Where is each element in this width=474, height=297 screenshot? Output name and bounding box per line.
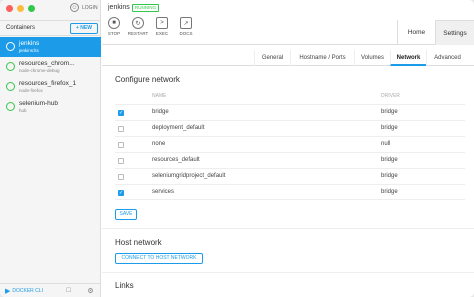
container-header: jenkins RUNNING ■ STOP ↻ RESTART > EXEC … [102,0,474,45]
user-icon: ☺ [70,3,79,12]
feedback-icon[interactable]: □ [64,286,73,295]
tab-settings[interactable]: Settings [435,20,474,45]
app-window: ☺ LOGIN Containers + NEW jenkins jenkins… [0,0,474,297]
status-badge: RUNNING [132,4,159,12]
configure-network-heading: Configure network [115,75,180,84]
network-checkbox[interactable] [118,174,124,180]
network-name: bridge [152,109,169,115]
running-status-icon [6,42,15,51]
network-checkbox[interactable] [118,126,124,132]
network-driver: bridge [381,189,398,195]
column-header-driver: DRIVER [381,93,400,99]
zoom-window-button[interactable] [28,5,35,12]
container-item-selenium-hub[interactable]: selenium-hub hub [0,97,101,117]
network-driver: bridge [381,109,398,115]
container-name: resources_chrom... [19,60,75,67]
restart-label: RESTART [127,31,149,36]
container-name: selenium-hub [19,100,59,107]
login-button[interactable]: ☺ LOGIN [70,3,98,12]
gear-icon[interactable]: ⚙ [86,286,95,295]
container-name: resources_firefox_1 [19,80,77,87]
network-name: none [152,141,166,147]
host-network-heading: Host network [115,238,162,247]
column-header-name: NAME [152,93,167,99]
container-image: hub [19,108,27,113]
container-image: node-firefox [19,88,43,93]
network-name: resources_default [152,157,200,163]
exec-button[interactable]: > EXEC [150,17,174,36]
subtab-advanced[interactable]: Advanced [426,50,468,66]
network-row: ✓ bridge bridge [115,104,465,120]
stop-label: STOP [107,31,121,36]
container-item-resources-firefox[interactable]: resources_firefox_1 node-firefox [0,77,101,97]
network-checkbox[interactable]: ✓ [118,190,124,196]
subtab-general[interactable]: General [254,50,290,66]
settings-subtabs: General Hostname / Ports Volumes Network… [102,50,474,66]
network-name: deployment_default [152,125,205,131]
network-settings-panel: Configure network NAME DRIVER ✓ bridge b… [102,67,474,297]
stop-button[interactable]: ■ STOP [102,17,126,36]
section-divider [102,272,474,273]
running-status-icon [6,102,15,111]
container-image: jenkins:lts [19,48,39,53]
docker-cli-label: DOCKER CLI [12,288,43,294]
container-image: node-chrome-debug [19,68,60,73]
window-controls [6,5,35,12]
network-row: ✓ services bridge [115,184,465,200]
tab-home[interactable]: Home [397,20,435,45]
save-button[interactable]: SAVE [115,209,137,220]
network-driver: null [381,141,391,147]
network-name: seleniumgridproject_default [152,173,226,179]
network-row: deployment_default bridge [115,120,465,136]
docker-cli-button[interactable]: ▶ DOCKER CLI [5,287,43,295]
containers-header: Containers + NEW [0,20,101,36]
container-title: jenkins [108,4,130,11]
connect-host-network-button[interactable]: CONNECT TO HOST NETWORK [115,253,203,264]
network-driver: bridge [381,157,398,163]
container-item-resources-chrome[interactable]: resources_chrom... node-chrome-debug [0,57,101,77]
docs-label: DOCS [179,31,193,36]
new-container-button[interactable]: + NEW [70,23,98,34]
exec-icon: > [156,17,168,29]
restart-button[interactable]: ↻ RESTART [126,17,150,36]
network-row: resources_default bridge [115,152,465,168]
section-divider [102,228,474,229]
sidebar-footer: ▶ DOCKER CLI □ ⚙ [0,283,101,297]
docs-icon: ↗ [180,17,192,29]
container-name: jenkins [19,40,40,47]
network-checkbox[interactable]: ✓ [118,110,124,116]
subtab-hostname-ports[interactable]: Hostname / Ports [290,50,354,66]
network-checkbox[interactable] [118,158,124,164]
minimize-window-button[interactable] [17,5,24,12]
network-driver: bridge [381,125,398,131]
links-heading: Links [115,281,134,290]
subtab-volumes[interactable]: Volumes [354,50,390,66]
exec-label: EXEC [155,31,169,36]
login-label: LOGIN [82,4,98,11]
network-driver: bridge [381,173,398,179]
sidebar: ☺ LOGIN Containers + NEW jenkins jenkins… [0,0,101,297]
network-checkbox[interactable] [118,142,124,148]
network-row: seleniumgridproject_default bridge [115,168,465,184]
network-row: none null [115,136,465,152]
running-status-icon [6,82,15,91]
running-status-icon [6,62,15,71]
containers-title: Containers [6,25,36,31]
restart-icon: ↻ [132,17,144,29]
stop-icon: ■ [108,17,120,29]
subtab-network[interactable]: Network [390,50,426,66]
network-name: services [152,189,175,195]
docs-button[interactable]: ↗ DOCS [174,17,198,36]
whale-icon: ▶ [5,288,11,295]
close-window-button[interactable] [6,5,13,12]
container-item-jenkins[interactable]: jenkins jenkins:lts [0,37,101,57]
